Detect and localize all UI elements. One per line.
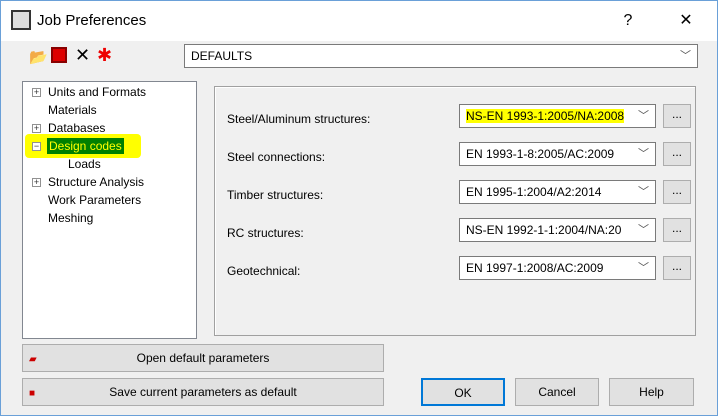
preset-value: DEFAULTS xyxy=(191,49,253,63)
steel-code-value: NS-EN 1993-1:2005/NA:2008 xyxy=(466,109,625,123)
chevron-down-icon: ﹀ xyxy=(638,110,649,122)
reset-icon[interactable]: ✱ xyxy=(97,45,112,66)
connections-code-value: EN 1993-1-8:2005/AC:2009 xyxy=(466,147,615,161)
help-button[interactable]: Help xyxy=(609,378,694,406)
open-default-label: Open default parameters xyxy=(136,351,270,365)
tree-item-structure-analysis[interactable]: Structure Analysis xyxy=(48,174,144,190)
connections-more-button[interactable]: ... xyxy=(663,142,691,166)
timber-code-value: EN 1995-1:2004/A2:2014 xyxy=(466,185,602,199)
connections-code-dropdown[interactable]: EN 1993-1-8:2005/AC:2009 ﹀ xyxy=(459,142,656,166)
save-icon[interactable] xyxy=(51,47,67,63)
tree-item-design-codes[interactable]: Design codes xyxy=(47,138,124,154)
chevron-down-icon: ﹀ xyxy=(638,224,649,236)
rc-more-button[interactable]: ... xyxy=(663,218,691,242)
timber-more-button[interactable]: ... xyxy=(663,180,691,204)
timber-code-dropdown[interactable]: EN 1995-1:2004/A2:2014 ﹀ xyxy=(459,180,656,204)
chevron-down-icon: ﹀ xyxy=(638,148,649,160)
window-title: Job Preferences xyxy=(37,12,147,29)
timber-label: Timber structures: xyxy=(227,188,324,202)
steel-label: Steel/Aluminum structures: xyxy=(227,112,371,126)
tree-item-meshing[interactable]: Meshing xyxy=(48,210,93,226)
expand-icon[interactable]: + xyxy=(32,88,41,97)
close-button[interactable]: ✕ xyxy=(671,9,701,33)
open-default-button[interactable]: ▰ Open default parameters xyxy=(22,344,384,372)
tree-item-loads[interactable]: Loads xyxy=(68,156,101,172)
tree-item-work-parameters[interactable]: Work Parameters xyxy=(48,192,141,208)
geotechnical-code-dropdown[interactable]: EN 1997-1:2008/AC:2009 ﹀ xyxy=(459,256,656,280)
help-title-button[interactable]: ? xyxy=(613,9,643,33)
delete-icon[interactable]: ✕ xyxy=(75,45,90,66)
rc-code-dropdown[interactable]: NS-EN 1992-1-1:2004/NA:20 ﹀ xyxy=(459,218,656,242)
cancel-button[interactable]: Cancel xyxy=(515,378,599,406)
save-default-label: Save current parameters as default xyxy=(109,385,297,399)
chevron-down-icon: ﹀ xyxy=(680,50,691,62)
expand-icon[interactable]: + xyxy=(32,124,41,133)
chevron-down-icon: ﹀ xyxy=(638,186,649,198)
category-tree[interactable]: + Units and Formats Materials + Database… xyxy=(22,81,197,339)
open-folder-icon[interactable]: 📂 xyxy=(29,48,48,66)
geotechnical-code-value: EN 1997-1:2008/AC:2009 xyxy=(466,261,604,275)
geotechnical-label: Geotechnical: xyxy=(227,264,301,278)
connections-label: Steel connections: xyxy=(227,150,326,164)
open-default-icon: ▰ xyxy=(29,354,37,365)
save-default-icon: ■ xyxy=(29,388,36,399)
tree-item-materials[interactable]: Materials xyxy=(48,102,97,118)
steel-code-dropdown[interactable]: NS-EN 1993-1:2005/NA:2008 ﹀ xyxy=(459,104,656,128)
app-icon xyxy=(11,10,31,30)
tree-item-units[interactable]: Units and Formats xyxy=(48,84,146,100)
ok-button[interactable]: OK xyxy=(421,378,505,406)
save-default-button[interactable]: ■ Save current parameters as default xyxy=(22,378,384,406)
rc-label: RC structures: xyxy=(227,226,304,240)
chevron-down-icon: ﹀ xyxy=(638,262,649,274)
preset-dropdown[interactable]: DEFAULTS ﹀ xyxy=(184,44,698,68)
expand-icon[interactable]: + xyxy=(32,178,41,187)
steel-more-button[interactable]: ... xyxy=(663,104,691,128)
rc-code-value: NS-EN 1992-1-1:2004/NA:20 xyxy=(466,223,622,237)
geotechnical-more-button[interactable]: ... xyxy=(663,256,691,280)
collapse-icon[interactable]: − xyxy=(32,142,41,151)
